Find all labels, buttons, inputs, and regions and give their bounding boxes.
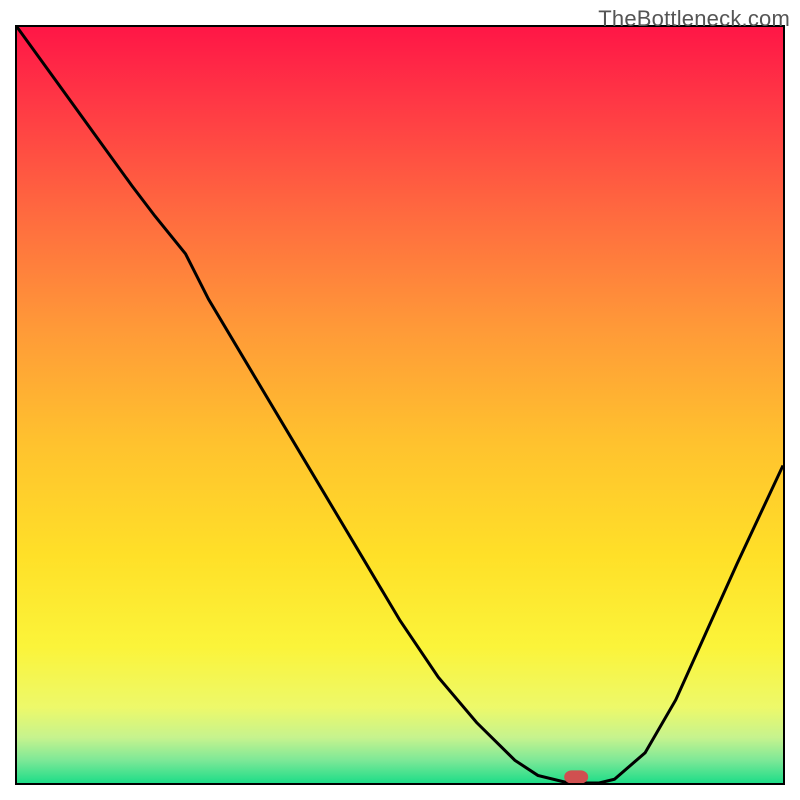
- chart-curve: [17, 27, 783, 783]
- watermark: TheBottleneck.com: [598, 6, 790, 32]
- optimum-marker: [565, 771, 588, 783]
